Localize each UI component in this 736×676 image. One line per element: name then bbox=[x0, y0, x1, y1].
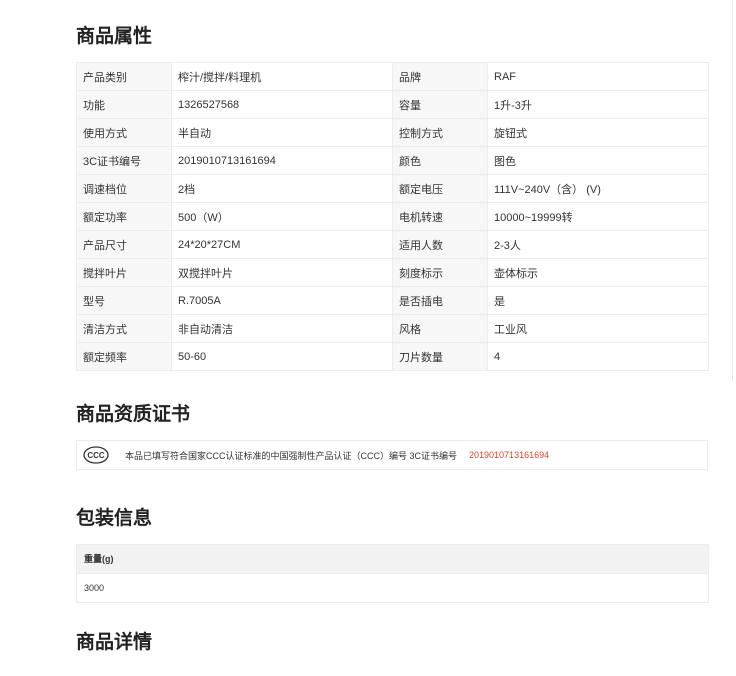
attribute-row: 使用方式 半自动 控制方式 旋钮式 bbox=[76, 118, 709, 147]
attribute-key: 型号 bbox=[76, 286, 172, 315]
attribute-value: 非自动清洁 bbox=[171, 314, 393, 343]
packaging-section-title: 包装信息 bbox=[76, 508, 153, 529]
attribute-key: 清洁方式 bbox=[76, 314, 172, 343]
attribute-value: 24*20*27CM bbox=[171, 230, 393, 259]
attribute-value: 500（W） bbox=[171, 202, 393, 231]
attribute-row: 额定功率 500（W） 电机转速 10000~19999转 bbox=[76, 202, 709, 231]
packaging-weight-header: 重量(g) bbox=[77, 545, 708, 573]
attribute-row: 型号 R.7005A 是否插电是 bbox=[76, 286, 709, 315]
attribute-key: 颜色 bbox=[392, 146, 488, 175]
attribute-value: 壶体标示 bbox=[487, 258, 709, 287]
certificate-section-title: 商品资质证书 bbox=[76, 404, 191, 425]
attribute-row: 清洁方式 非自动清洁 风格 工业风 bbox=[76, 314, 709, 343]
attribute-value: 1326527568 bbox=[171, 90, 393, 119]
attribute-value: 2019010713161694 bbox=[171, 146, 393, 175]
details-section-title: 商品详情 bbox=[76, 632, 153, 653]
ccc-certification-icon: CCC bbox=[83, 446, 109, 464]
page-right-divider bbox=[732, 0, 733, 380]
attribute-value: RAF bbox=[487, 62, 709, 91]
attribute-key: 功能 bbox=[76, 90, 172, 119]
attribute-key: 产品类别 bbox=[76, 62, 172, 91]
attribute-value: 10000~19999转 bbox=[487, 202, 709, 231]
attribute-key: 额定频率 bbox=[76, 342, 172, 371]
packaging-table: 重量(g) 3000 bbox=[76, 544, 709, 603]
attribute-value: 半自动 bbox=[171, 118, 393, 147]
attribute-value: 1升-3升 bbox=[487, 90, 709, 119]
attribute-key: 电机转速 bbox=[392, 202, 488, 231]
attribute-key: 调速档位 bbox=[76, 174, 172, 203]
attribute-value: 111V~240V（含） (V) bbox=[487, 174, 709, 203]
svg-text:CCC: CCC bbox=[87, 451, 105, 460]
attribute-value: 50-60 bbox=[171, 342, 393, 371]
attributes-table: 产品类别 榨汁/搅拌/料理机 品牌 RAF 功能 1326527568 容量 1升-3升 使用方… bbox=[76, 62, 709, 371]
attribute-key: 刻度标示 bbox=[392, 258, 488, 287]
packaging-weight-value: 3000 bbox=[77, 573, 708, 602]
attribute-value: 是 bbox=[487, 286, 709, 315]
attributes-section-title: 商品属性 bbox=[76, 26, 153, 47]
attribute-value: R.7005A bbox=[171, 286, 393, 315]
attribute-row: 调速档位 2档 额定电压 111V~240V（含） (V) bbox=[76, 174, 709, 203]
attribute-row: 搅拌叶片 双搅拌叶片 刻度标示 壶体标示 bbox=[76, 258, 709, 287]
attribute-key: 额定功率 bbox=[76, 202, 172, 231]
attribute-value: 2档 bbox=[171, 174, 393, 203]
attribute-key: 控制方式 bbox=[392, 118, 488, 147]
attribute-key: 适用人数 bbox=[392, 230, 488, 259]
attribute-value: 榨汁/搅拌/料理机 bbox=[171, 62, 393, 91]
attribute-key: 刀片数量 bbox=[392, 342, 488, 371]
attribute-key: 额定电压 bbox=[392, 174, 488, 203]
attribute-row: 产品类别 榨汁/搅拌/料理机 品牌 RAF bbox=[76, 62, 709, 91]
attribute-key: 产品尺寸 bbox=[76, 230, 172, 259]
attribute-key: 是否插电 bbox=[392, 286, 488, 315]
attribute-value: 双搅拌叶片 bbox=[171, 258, 393, 287]
attribute-key: 使用方式 bbox=[76, 118, 172, 147]
attribute-key: 3C证书编号 bbox=[76, 146, 172, 175]
attribute-key: 品牌 bbox=[392, 62, 488, 91]
certificate-number: 2019010713161694 bbox=[469, 450, 550, 460]
attribute-value: 4 bbox=[487, 342, 709, 371]
attribute-row: 3C证书编号 2019010713161694 颜色 图色 bbox=[76, 146, 709, 175]
attribute-value: 工业风 bbox=[487, 314, 709, 343]
attribute-row: 额定频率 50-60 刀片数量 4 bbox=[76, 342, 709, 371]
attribute-value: 图色 bbox=[487, 146, 709, 175]
certificate-box: CCC 本品已填写符合国家CCC认证标准的中国强制性产品认证（CCC）编号 3C… bbox=[76, 440, 708, 470]
attribute-row: 功能 1326527568 容量 1升-3升 bbox=[76, 90, 709, 119]
attribute-key: 搅拌叶片 bbox=[76, 258, 172, 287]
attribute-value: 2-3人 bbox=[487, 230, 709, 259]
attribute-row: 产品尺寸 24*20*27CM 适用人数 2-3人 bbox=[76, 230, 709, 259]
certificate-description: 本品已填写符合国家CCC认证标准的中国强制性产品认证（CCC）编号 3C证书编号 bbox=[125, 450, 458, 461]
attribute-key: 风格 bbox=[392, 314, 488, 343]
attribute-value: 旋钮式 bbox=[487, 118, 709, 147]
attribute-key: 容量 bbox=[392, 90, 488, 119]
